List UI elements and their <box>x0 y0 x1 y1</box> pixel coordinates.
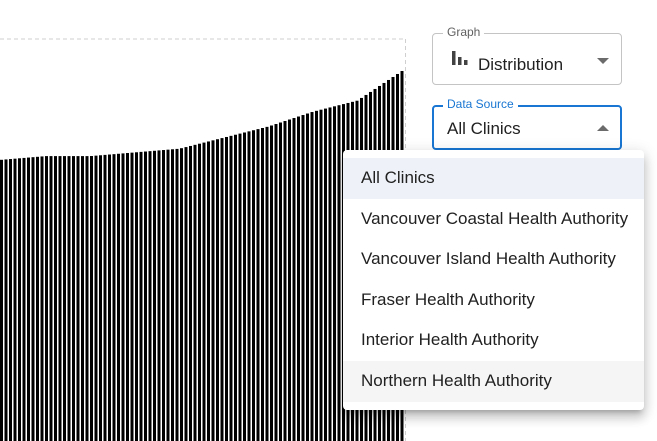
data-source-option-northern[interactable]: Northern Health Authority <box>343 360 644 402</box>
graph-select-label: Graph <box>443 25 485 39</box>
distribution-bar <box>112 154 116 441</box>
distribution-bar <box>288 119 291 441</box>
distribution-bar <box>189 145 192 441</box>
data-source-option-fraser[interactable]: Fraser Health Authority <box>343 280 644 321</box>
distribution-bar <box>229 135 233 441</box>
data-source-option-vancouver-island[interactable]: Vancouver Island Health Authority <box>343 239 644 280</box>
distribution-bar <box>328 107 332 441</box>
data-source-dropdown-menu: All Clinics Vancouver Coastal Health Aut… <box>343 150 644 410</box>
distribution-bar <box>45 156 48 441</box>
distribution-bar <box>220 138 224 441</box>
distribution-bar <box>225 136 228 441</box>
distribution-bar <box>27 157 30 441</box>
distribution-bar <box>180 148 183 441</box>
distribution-bar <box>31 157 35 441</box>
distribution-bar <box>306 113 309 441</box>
distribution-bar <box>270 125 273 441</box>
distribution-bar <box>202 142 206 441</box>
distribution-bar <box>301 115 305 441</box>
data-source-select[interactable]: Data Source All Clinics <box>432 97 622 150</box>
data-source-option-interior[interactable]: Interior Health Authority <box>343 320 644 361</box>
distribution-bar <box>171 149 174 441</box>
chevron-up-icon[interactable] <box>597 125 609 131</box>
distribution-bar <box>153 150 156 441</box>
distribution-bar <box>211 140 215 441</box>
distribution-bar <box>76 156 80 441</box>
data-source-option-all-clinics[interactable]: All Clinics <box>343 158 644 199</box>
distribution-bar <box>265 126 269 441</box>
distribution-bar <box>157 150 161 441</box>
distribution-bar <box>207 141 210 441</box>
distribution-bar <box>18 158 21 441</box>
distribution-bar <box>126 153 129 441</box>
distribution-bar <box>148 151 152 441</box>
distribution-bar <box>175 148 179 441</box>
distribution-bar <box>252 130 255 441</box>
data-source-select-value: All Clinics <box>447 119 521 138</box>
distribution-bar <box>40 156 44 441</box>
graph-select-value: Distribution <box>478 55 564 74</box>
distribution-bar <box>310 112 314 441</box>
distribution-bar <box>99 155 102 441</box>
distribution-bar <box>166 149 170 441</box>
distribution-bar <box>85 156 89 441</box>
distribution-bar <box>54 156 57 441</box>
distribution-bar <box>198 143 201 441</box>
distribution-bar <box>162 150 165 441</box>
distribution-bar <box>243 132 246 441</box>
distribution-bar <box>4 159 8 441</box>
distribution-bar <box>49 156 53 441</box>
data-source-option-vancouver-coastal[interactable]: Vancouver Coastal Health Authority <box>343 199 644 240</box>
distribution-bar <box>324 108 327 441</box>
distribution-bar <box>279 122 282 441</box>
distribution-bar <box>139 151 143 441</box>
distribution-bar <box>103 154 107 441</box>
distribution-bar <box>297 116 300 441</box>
data-source-options-list: All Clinics Vancouver Coastal Health Aut… <box>343 150 644 402</box>
distribution-bar <box>9 159 12 441</box>
distribution-bar <box>13 158 17 441</box>
distribution-bar <box>72 156 75 441</box>
distribution-bar <box>121 153 125 441</box>
distribution-bar <box>67 156 71 441</box>
distribution-bar <box>81 156 84 441</box>
bar-chart-icon <box>452 51 468 65</box>
distribution-bar <box>274 124 278 441</box>
distribution-bar <box>130 152 134 441</box>
distribution-bar <box>108 154 111 441</box>
distribution-bar <box>22 157 26 441</box>
distribution-bar <box>117 153 120 441</box>
distribution-bar <box>319 109 323 441</box>
distribution-bar <box>238 133 242 441</box>
chevron-down-icon[interactable] <box>597 58 609 64</box>
distribution-bar <box>333 106 336 441</box>
distribution-bar <box>292 118 296 441</box>
distribution-bar <box>283 121 287 441</box>
distribution-bar <box>135 152 138 441</box>
distribution-bar <box>216 139 219 441</box>
distribution-bar <box>144 151 147 441</box>
distribution-bar <box>261 128 264 441</box>
distribution-bar <box>0 159 3 441</box>
distribution-bar <box>315 110 318 441</box>
data-source-select-label: Data Source <box>443 97 518 111</box>
distribution-bar <box>90 156 93 441</box>
distribution-bar <box>63 156 66 441</box>
distribution-bar <box>234 134 237 441</box>
distribution-bar <box>193 144 197 441</box>
distribution-bar <box>247 131 251 441</box>
distribution-bar <box>184 147 188 441</box>
distribution-bar <box>36 156 39 441</box>
distribution-bar <box>256 129 260 441</box>
distribution-bar <box>337 105 341 441</box>
graph-select[interactable]: Graph Distribution <box>432 25 622 85</box>
distribution-bar <box>58 156 62 441</box>
distribution-bar <box>94 155 98 441</box>
